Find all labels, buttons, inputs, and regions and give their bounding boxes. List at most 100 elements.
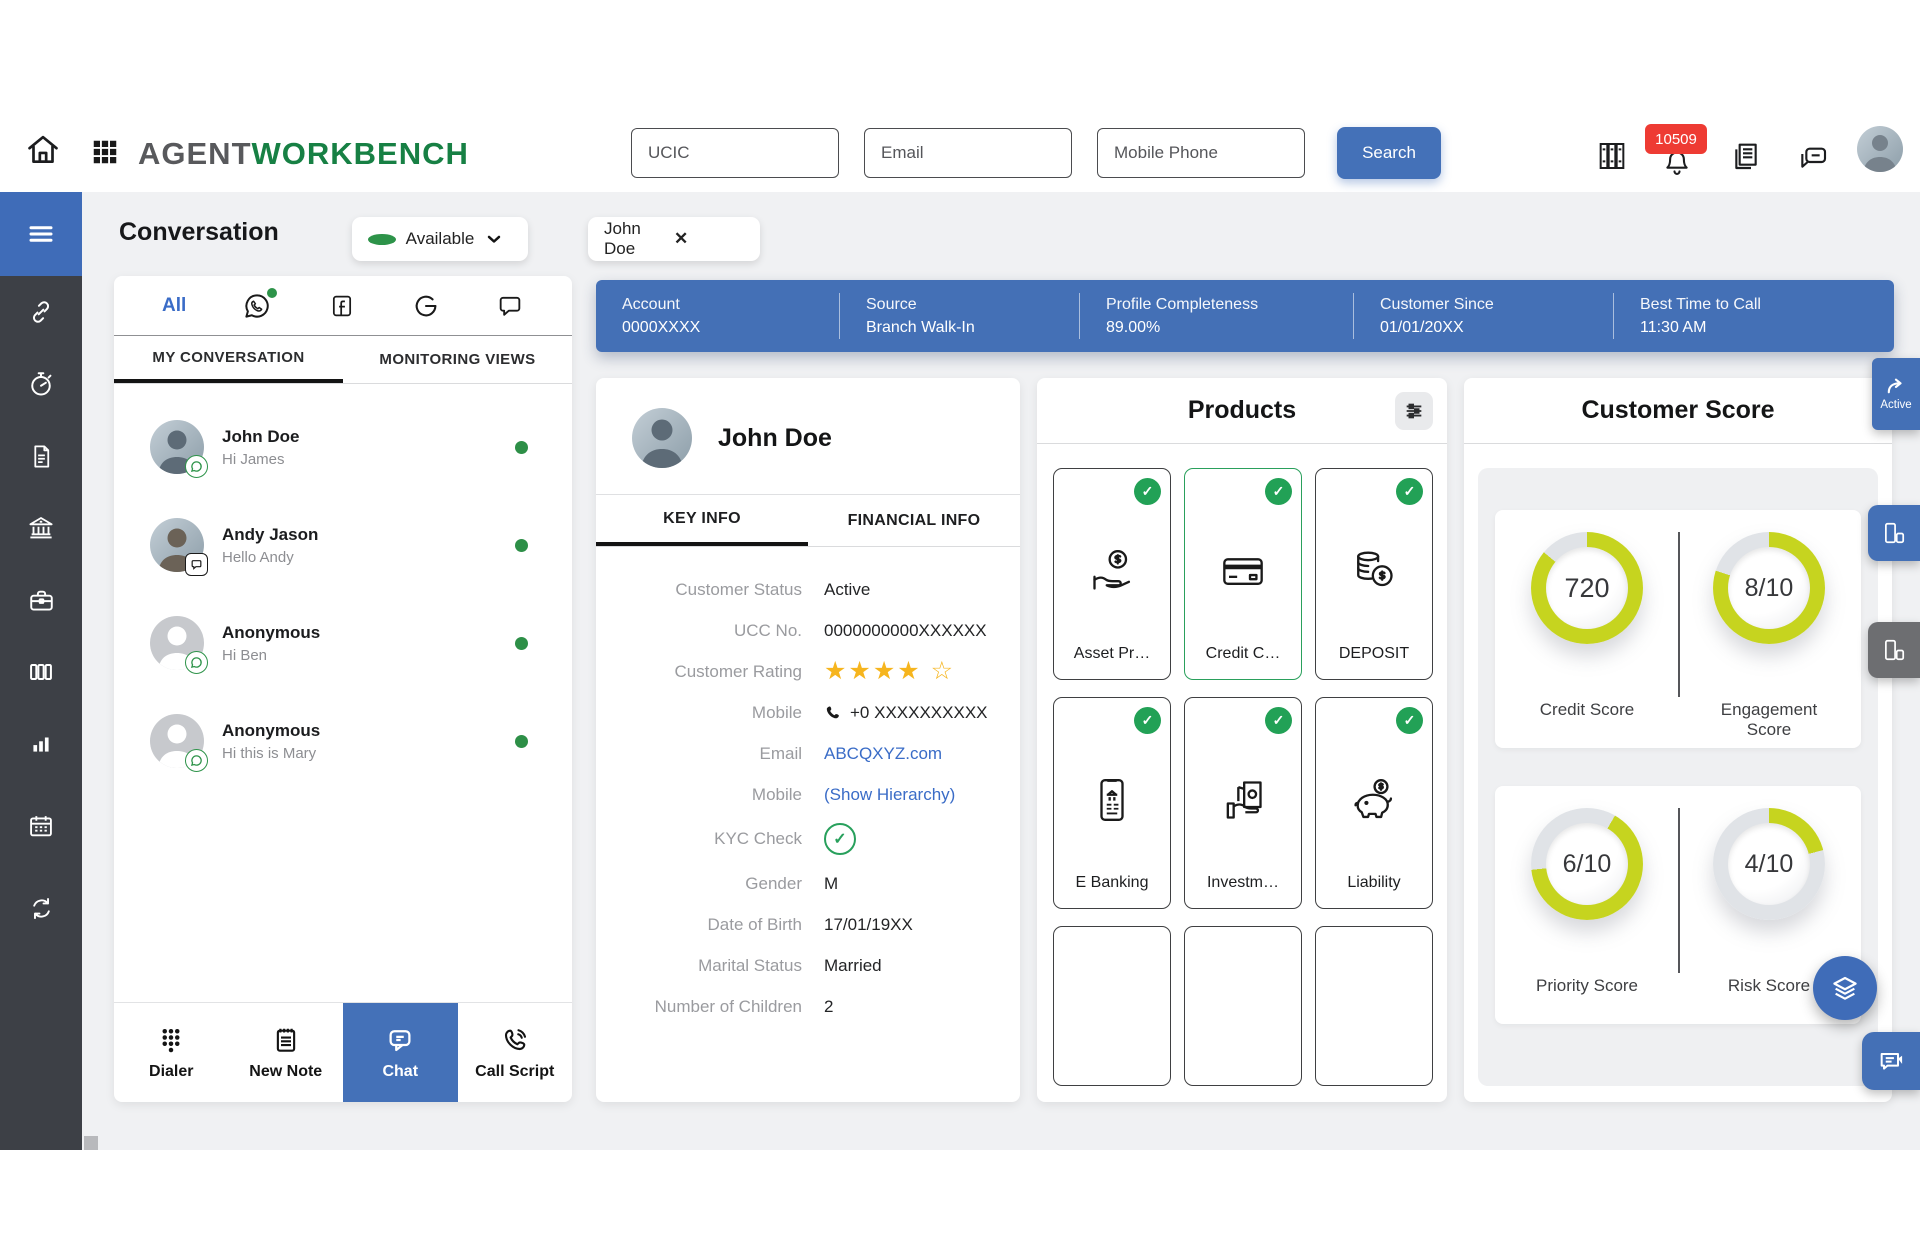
layout-panel-button-blue[interactable] [1868,505,1920,561]
sidebar-item-documents[interactable] [0,420,82,492]
field-label: Mobile [596,785,802,805]
thread-preview: Hi James [222,451,299,468]
email-link[interactable]: ABCQXYZ.com [824,744,942,764]
mobile-value: +0 XXXXXXXXXX [850,703,988,723]
show-hierarchy-link[interactable]: (Show Hierarchy) [824,785,955,805]
notes-icon[interactable] [1729,140,1761,172]
sidebar-menu-toggle[interactable] [0,192,82,276]
channel-filter-row: All [114,276,572,336]
products-filter-button[interactable] [1395,392,1433,430]
directory-icon[interactable] [1596,140,1628,172]
score-box-top: 720 8/10 Credit Score Engagement Score [1495,510,1861,748]
app-grid-icon[interactable] [90,137,120,167]
sidebar-item-kanban[interactable] [0,636,82,708]
field-label: Gender [596,874,802,894]
product-card-liability[interactable]: Liability [1315,697,1433,909]
dialer-button[interactable]: Dialer [114,1003,229,1102]
layout-panel-button-gray[interactable] [1868,622,1920,678]
sidebar-item-analytics[interactable] [0,708,82,780]
call-script-button[interactable]: Call Script [458,1003,573,1102]
sidebar-item-calendar[interactable] [0,790,82,862]
thread-name: Anonymous [222,721,320,741]
tab-my-conversation[interactable]: MY CONVERSATION [114,336,343,383]
sidebar-item-sync[interactable] [0,872,82,944]
search-button[interactable]: Search [1337,127,1441,179]
channel-tab-all[interactable]: All [162,295,186,317]
thread-item[interactable]: John Doe Hi James [114,398,572,496]
compose-message-button[interactable] [1862,1032,1920,1090]
ucic-input[interactable] [631,128,839,178]
whatsapp-unread-dot [267,288,277,298]
product-label: Liability [1316,874,1432,892]
new-note-icon [271,1025,301,1055]
home-icon[interactable] [24,130,62,168]
phone-icon [824,704,841,721]
chat-channel-icon[interactable] [496,292,524,320]
sidebar-item-cases[interactable] [0,564,82,636]
close-icon[interactable] [674,229,744,249]
customer-name: John Doe [718,424,832,453]
customer-avatar [632,408,692,468]
product-card-investment[interactable]: Investm… [1184,697,1302,909]
tab-key-info[interactable]: KEY INFO [596,495,808,546]
thread-preview: Hi this is Mary [222,745,320,762]
whatsapp-channel-icon[interactable] [242,291,272,321]
sidebar-nav [0,192,82,1150]
product-card-empty[interactable] [1184,926,1302,1086]
sidebar-item-links[interactable] [0,276,82,348]
columns-icon [27,658,55,686]
tab-monitoring-views[interactable]: MONITORING VIEWS [343,336,572,383]
notification-count-badge: 10509 [1645,124,1707,154]
scrollbar-handle[interactable] [84,1136,98,1150]
field-label: UCC No. [596,621,802,641]
email-input[interactable] [864,128,1072,178]
source-value: Branch Walk-In [866,319,1053,337]
layout-icon [1881,637,1907,663]
profile-completeness-label: Profile Completeness [1106,296,1327,314]
tab-financial-info[interactable]: FINANCIAL INFO [808,495,1020,546]
facebook-channel-icon[interactable] [328,292,356,320]
open-chat-tab[interactable]: John Doe [588,217,760,261]
product-label: Investm… [1185,874,1301,892]
messages-icon[interactable] [1797,142,1829,174]
product-card-credit-card[interactable]: Credit C… [1184,468,1302,680]
product-label: Credit C… [1185,645,1301,663]
mobile-phone-input[interactable] [1097,128,1305,178]
bar-chart-icon [28,731,54,757]
conversation-panel: All MY CONVERSATION MONITORING VIEWS [114,276,572,1102]
product-card-asset[interactable]: Asset Pr… [1053,468,1171,680]
user-avatar[interactable] [1857,126,1903,172]
chat-button-active[interactable]: Chat [343,1003,458,1102]
new-note-label: New Note [249,1063,322,1081]
engagement-score-value: 8/10 [1745,574,1794,603]
product-card-empty[interactable] [1053,926,1171,1086]
thread-item[interactable]: Anonymous Hi Ben [114,594,572,692]
product-card-ebanking[interactable]: E Banking [1053,697,1171,909]
sidebar-item-bank[interactable] [0,492,82,564]
stopwatch-icon [27,370,55,398]
product-card-empty[interactable] [1315,926,1433,1086]
active-session-tab[interactable]: Active [1872,358,1920,430]
thread-item[interactable]: Andy Jason Hello Andy [114,496,572,594]
document-icon [28,443,55,470]
thread-item[interactable]: Anonymous Hi this is Mary [114,692,572,790]
marital-status-value: Married [824,956,882,976]
new-note-button[interactable]: New Note [229,1003,344,1102]
dialer-icon [156,1025,186,1055]
credit-score-label: Credit Score [1517,700,1657,720]
check-circle-icon [1396,478,1423,505]
availability-status-dot [368,234,396,245]
product-card-deposit[interactable]: DEPOSIT [1315,468,1433,680]
dialer-label: Dialer [149,1063,193,1081]
asset-product-icon [1054,543,1170,599]
brand-workbench: WORKBENCH [252,136,469,171]
redirect-arrow-icon [1885,377,1907,395]
credit-card-icon [1185,543,1301,599]
priority-score-gauge: 6/10 [1531,808,1643,920]
google-channel-icon[interactable] [412,292,440,320]
layers-fab-button[interactable] [1813,956,1877,1020]
online-dot [515,539,528,552]
availability-dropdown[interactable]: Available [352,217,528,261]
field-label: Number of Children [596,997,802,1017]
sidebar-item-timer[interactable] [0,348,82,420]
